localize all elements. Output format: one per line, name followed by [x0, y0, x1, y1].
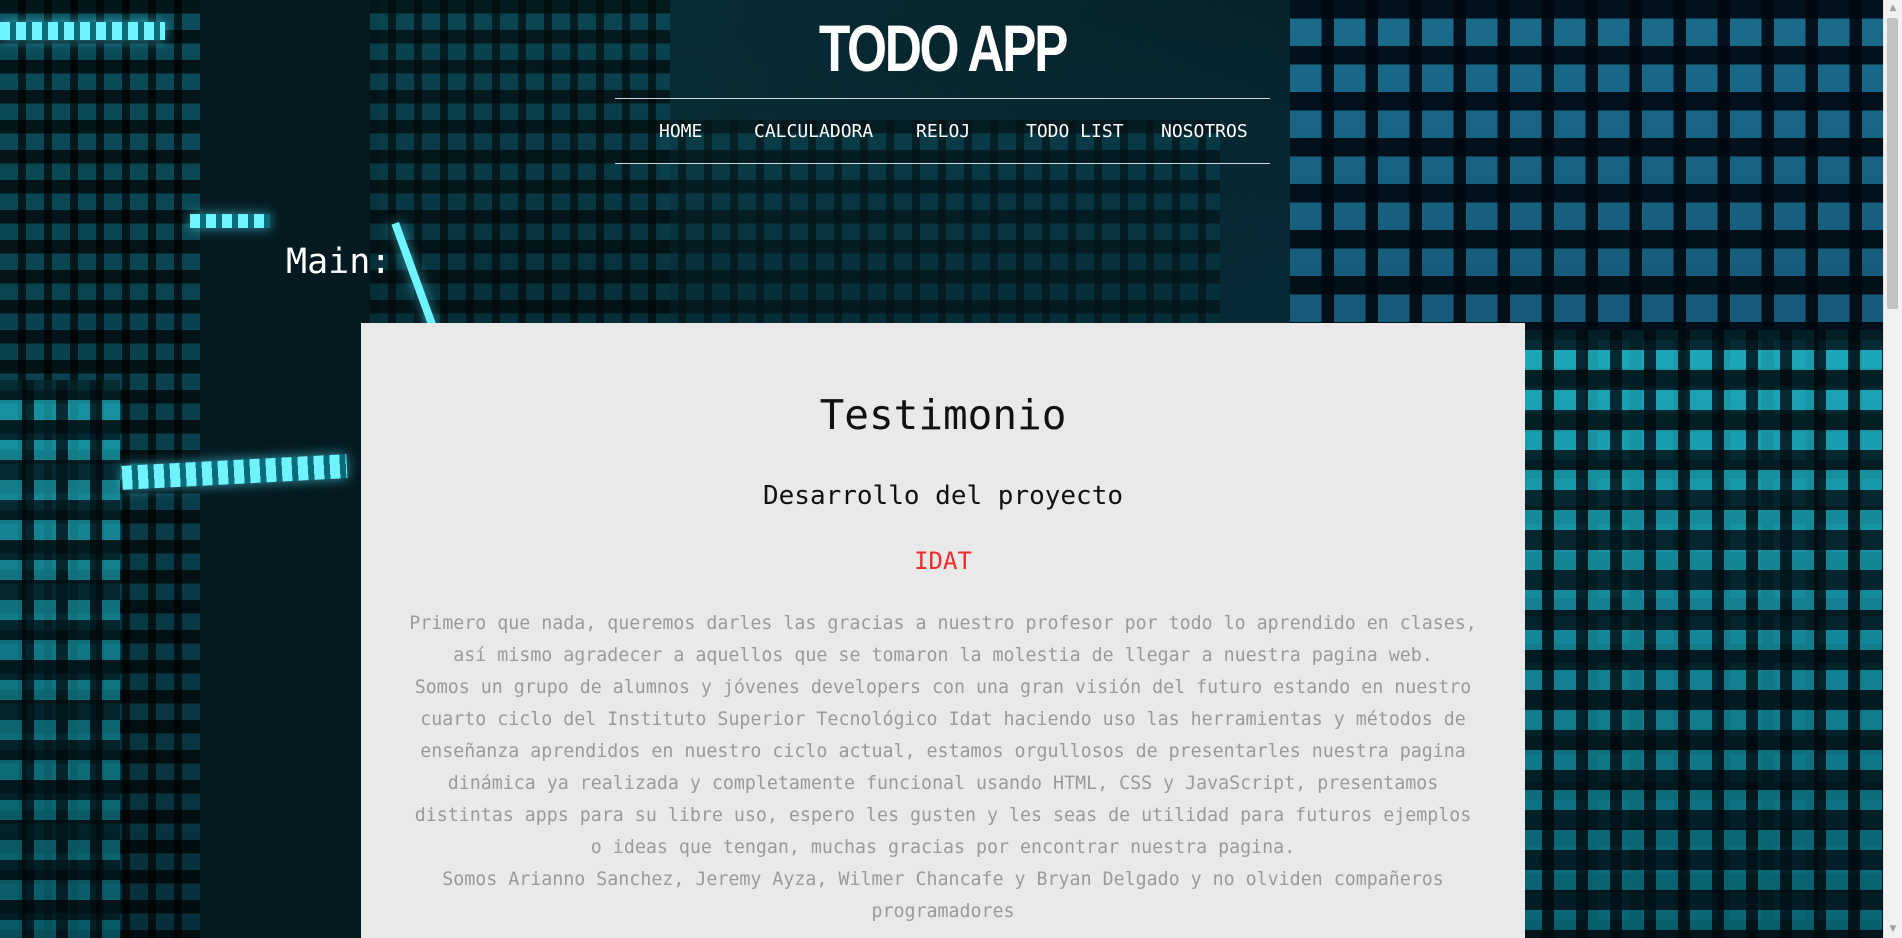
app-title: TODO APP: [818, 11, 1069, 85]
light-strip: [190, 214, 270, 228]
card-body: Primero que nada, queremos darles las gr…: [409, 608, 1477, 928]
vertical-scrollbar[interactable]: ▲ ▼: [1883, 0, 1902, 938]
card-paragraph: Primero que nada, queremos darles las gr…: [409, 613, 1477, 666]
nav-item-home[interactable]: HOME: [659, 121, 702, 142]
main-nav: HOME CALCULADORA RELOJ TODO LIST NOSOTRO…: [615, 98, 1270, 164]
scroll-up-icon[interactable]: ▲: [1884, 0, 1902, 17]
card-paragraph: Somos un grupo de alumnos y jóvenes deve…: [414, 677, 1472, 858]
scrollbar-thumb[interactable]: [1887, 18, 1898, 309]
site-header: TODO APP HOME CALCULADORA RELOJ TODO LIS…: [615, 0, 1270, 164]
building-left-lit: [0, 380, 120, 938]
nav-item-calculadora[interactable]: CALCULADORA: [754, 121, 873, 142]
org-label: IDAT: [914, 547, 972, 575]
scroll-down-icon[interactable]: ▼: [1884, 921, 1902, 938]
card-subtitle: Desarrollo del proyecto: [762, 481, 1124, 511]
card-title: Testimonio: [819, 391, 1067, 439]
nav-item-reloj[interactable]: RELOJ: [916, 121, 970, 142]
card-paragraph: Somos Arianno Sanchez, Jeremy Ayza, Wilm…: [442, 869, 1444, 922]
nav-item-nosotros[interactable]: NOSOTROS: [1161, 121, 1248, 142]
nav-item-todo-list[interactable]: TODO LIST: [1026, 121, 1124, 142]
testimonial-card: Testimonio Desarrollo del proyecto IDAT …: [361, 323, 1525, 938]
building-right-lit: [1520, 330, 1884, 938]
main-label: Main:: [286, 242, 392, 282]
light-strip: [0, 22, 165, 40]
